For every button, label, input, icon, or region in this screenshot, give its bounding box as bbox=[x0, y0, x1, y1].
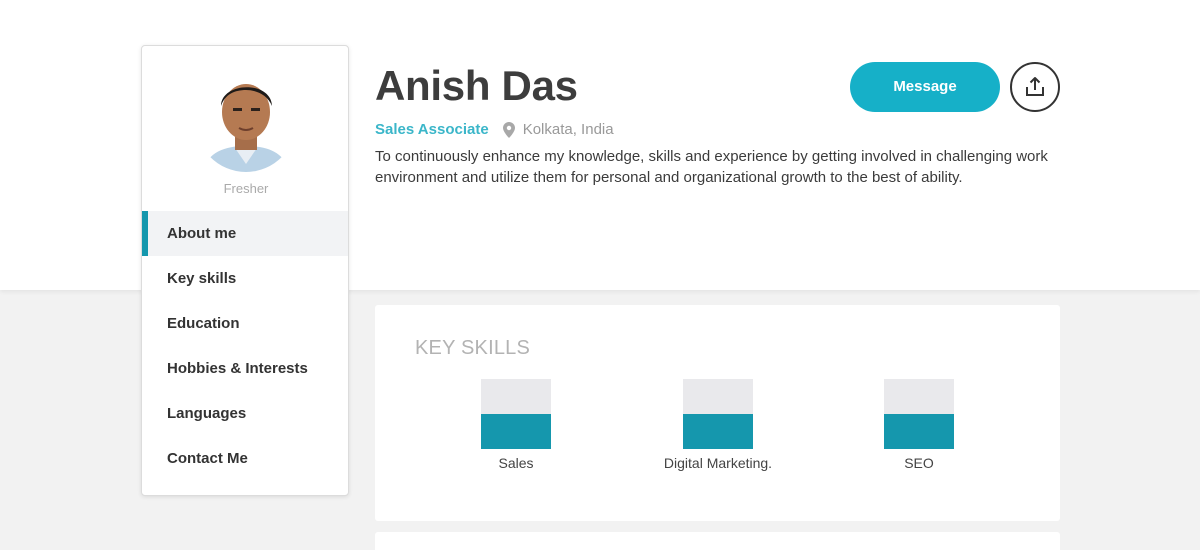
skill-level-bar bbox=[481, 379, 551, 449]
key-skills-title: KEY SKILLS bbox=[415, 337, 531, 359]
nav-item-contact-me[interactable]: Contact Me bbox=[142, 436, 348, 481]
skill-level-bar bbox=[683, 379, 753, 449]
nav-item-key-skills[interactable]: Key skills bbox=[142, 256, 348, 301]
location-text: Kolkata, India bbox=[522, 121, 614, 138]
nav-item-education[interactable]: Education bbox=[142, 301, 348, 346]
nav-item-hobbies[interactable]: Hobbies & Interests bbox=[142, 346, 348, 391]
profile-status: Fresher bbox=[223, 181, 269, 196]
profile-nav: About me Key skills Education Hobbies & … bbox=[142, 211, 348, 481]
avatar-photo bbox=[195, 68, 297, 172]
skill-level-fill bbox=[683, 414, 753, 449]
skill-item: SEO bbox=[839, 379, 999, 471]
map-pin-icon bbox=[502, 121, 515, 138]
skill-label: Digital Marketing. bbox=[663, 455, 773, 471]
skill-item: Sales bbox=[436, 379, 596, 471]
share-icon bbox=[1026, 77, 1044, 96]
profile-summary: To continuously enhance my knowledge, sk… bbox=[375, 148, 1048, 186]
avatar bbox=[195, 68, 297, 172]
share-button[interactable] bbox=[1010, 62, 1060, 112]
job-role: Sales Associate bbox=[375, 121, 489, 138]
skill-label: Sales bbox=[498, 455, 534, 471]
profile-name: Anish Das bbox=[375, 62, 578, 109]
message-button[interactable]: Message bbox=[850, 62, 1000, 112]
skill-item: Digital Marketing. bbox=[638, 379, 798, 471]
nav-item-languages[interactable]: Languages bbox=[142, 391, 348, 436]
nav-item-about-me[interactable]: About me bbox=[142, 211, 348, 256]
key-skills-card: KEY SKILLS Sales Digital Marketing. SEO bbox=[375, 305, 1060, 521]
skill-level-fill bbox=[481, 414, 551, 449]
skill-level-bar bbox=[884, 379, 954, 449]
next-section-card bbox=[375, 532, 1060, 550]
skill-label: SEO bbox=[904, 455, 934, 471]
profile-card: Fresher About me Key skills Education Ho… bbox=[141, 45, 349, 496]
skill-level-fill bbox=[884, 414, 954, 449]
role-location-row: Sales Associate Kolkata, India bbox=[375, 121, 614, 138]
